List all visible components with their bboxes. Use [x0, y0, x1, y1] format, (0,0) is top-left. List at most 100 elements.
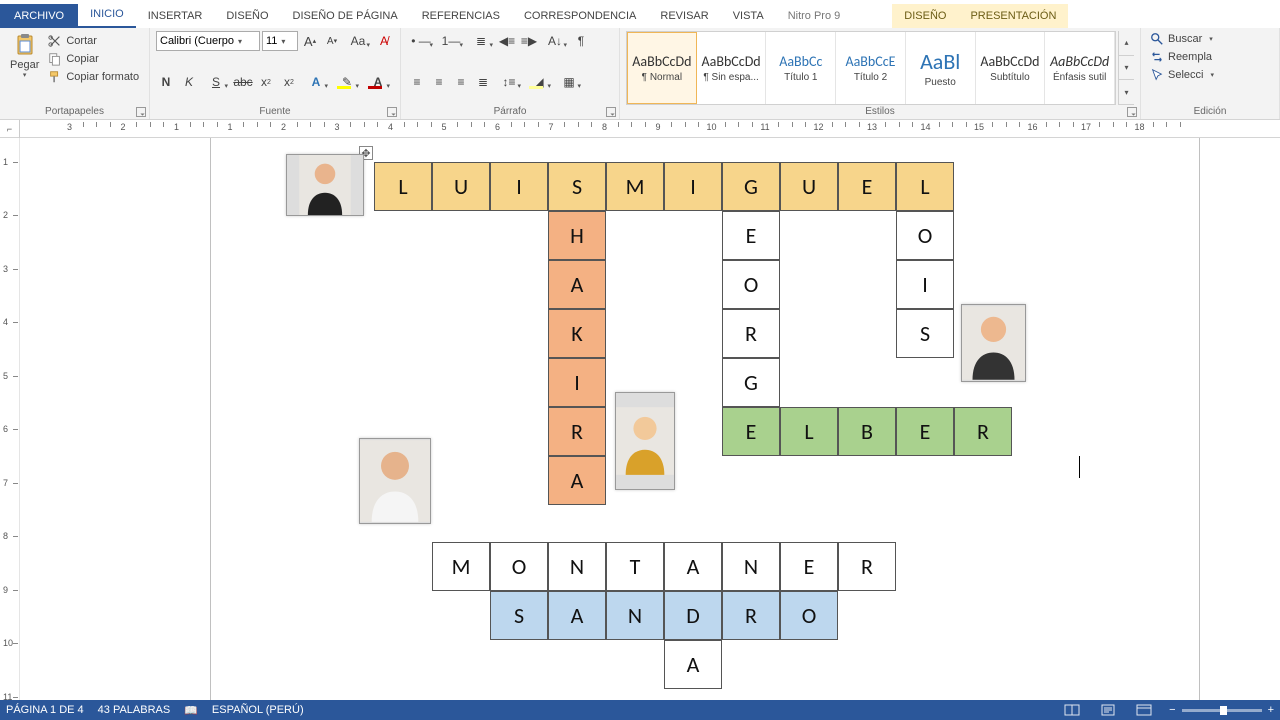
- borders-button[interactable]: ▦: [555, 72, 583, 92]
- zoom-out-button[interactable]: −: [1169, 704, 1175, 716]
- font-name-combo[interactable]: Calibri (Cuerpo▾: [156, 31, 260, 51]
- crossword-cell[interactable]: I: [664, 162, 722, 211]
- status-language[interactable]: ESPAÑOL (PERÚ): [212, 704, 304, 716]
- select-button[interactable]: Selecci▾: [1147, 67, 1217, 83]
- copy-button[interactable]: Copiar: [45, 51, 142, 67]
- ruler-corner[interactable]: ⌐: [0, 120, 20, 138]
- crossword-cell[interactable]: G: [722, 358, 780, 407]
- line-spacing-button[interactable]: ↕≡: [495, 72, 523, 92]
- status-proofing-icon[interactable]: 📖: [184, 704, 198, 717]
- crossword-cell[interactable]: R: [954, 407, 1012, 456]
- style-item-3[interactable]: AaBbCcETítulo 2: [836, 32, 906, 104]
- subscript-button[interactable]: x2: [256, 72, 276, 92]
- tab-table-layout[interactable]: PRESENTACIÓN: [958, 4, 1068, 28]
- style-item-0[interactable]: AaBbCcDd¶ Normal: [627, 32, 697, 104]
- crossword-cell[interactable]: N: [606, 591, 664, 640]
- crossword-cell[interactable]: I: [896, 260, 954, 309]
- photo-elber[interactable]: [961, 304, 1026, 382]
- tab-nitro[interactable]: Nitro Pro 9: [776, 4, 853, 28]
- crossword-cell[interactable]: N: [548, 542, 606, 591]
- change-case-button[interactable]: Aa: [344, 31, 372, 51]
- style-scroll-up[interactable]: ▴: [1119, 31, 1134, 56]
- strike-button[interactable]: abc: [233, 72, 253, 92]
- shading-button[interactable]: ◢: [525, 72, 553, 92]
- font-color-button[interactable]: A: [364, 72, 392, 92]
- photo-luis-miguel[interactable]: [286, 154, 364, 216]
- crossword-cell[interactable]: B: [838, 407, 896, 456]
- paragraph-launcher[interactable]: [606, 107, 616, 117]
- crossword-cell[interactable]: E: [780, 542, 838, 591]
- grow-font-button[interactable]: A▴: [300, 31, 320, 51]
- paste-button[interactable]: Pegar ▾: [6, 31, 43, 81]
- status-word-count[interactable]: 43 PALABRAS: [98, 704, 171, 716]
- ruler-vertical[interactable]: 1234567891011: [0, 138, 20, 700]
- cut-button[interactable]: Cortar: [45, 33, 142, 49]
- crossword-cell[interactable]: S: [548, 162, 606, 211]
- style-item-2[interactable]: AaBbCcTítulo 1: [766, 32, 836, 104]
- clear-format-button[interactable]: A̸: [374, 31, 394, 51]
- crossword-cell[interactable]: T: [606, 542, 664, 591]
- tab-page-layout[interactable]: DISEÑO DE PÁGINA: [281, 4, 410, 28]
- crossword-cell[interactable]: O: [722, 260, 780, 309]
- tab-review[interactable]: REVISAR: [648, 4, 720, 28]
- sort-button[interactable]: A↓: [541, 31, 569, 51]
- align-center-button[interactable]: ≡: [429, 72, 449, 92]
- highlight-button[interactable]: ✎: [333, 72, 361, 92]
- crossword-cell[interactable]: R: [722, 309, 780, 358]
- style-item-4[interactable]: AaBlPuesto: [906, 32, 976, 104]
- photo-shakira[interactable]: [615, 392, 675, 490]
- crossword-cell[interactable]: L: [896, 162, 954, 211]
- crossword-cell[interactable]: N: [722, 542, 780, 591]
- crossword-cell[interactable]: E: [896, 407, 954, 456]
- justify-button[interactable]: ≣: [473, 72, 493, 92]
- text-effects-button[interactable]: A: [302, 72, 330, 92]
- crossword-cell[interactable]: S: [490, 591, 548, 640]
- shrink-font-button[interactable]: A▾: [322, 31, 342, 51]
- crossword-cell[interactable]: A: [664, 542, 722, 591]
- zoom-control[interactable]: − +: [1169, 704, 1274, 716]
- style-item-1[interactable]: AaBbCcDd¶ Sin espa...: [697, 32, 767, 104]
- tab-mailings[interactable]: CORRESPONDENCIA: [512, 4, 648, 28]
- crossword-cell[interactable]: A: [548, 456, 606, 505]
- multilevel-button[interactable]: ≣: [467, 31, 495, 51]
- view-read-mode[interactable]: [1061, 702, 1083, 718]
- style-item-5[interactable]: AaBbCcDdSubtítulo: [976, 32, 1046, 104]
- view-web-layout[interactable]: [1133, 702, 1155, 718]
- crossword-cell[interactable]: A: [664, 640, 722, 689]
- crossword-cell[interactable]: O: [896, 211, 954, 260]
- crossword-cell[interactable]: L: [780, 407, 838, 456]
- ruler-horizontal[interactable]: ⌐ 321123456789101112131415161718: [0, 120, 1280, 138]
- font-size-combo[interactable]: 11▾: [262, 31, 298, 51]
- crossword-cell[interactable]: E: [838, 162, 896, 211]
- status-page[interactable]: PÁGINA 1 DE 4: [6, 704, 84, 716]
- crossword-cell[interactable]: E: [722, 407, 780, 456]
- crossword-cell[interactable]: A: [548, 260, 606, 309]
- numbering-button[interactable]: 1—: [437, 31, 465, 51]
- document-page[interactable]: ✥ LUISMIGUELHEOAOIKRSIGRELBERAMONTANERSA…: [20, 138, 1280, 700]
- crossword-cell[interactable]: R: [722, 591, 780, 640]
- style-gallery[interactable]: AaBbCcDd¶ NormalAaBbCcDd¶ Sin espa...AaB…: [626, 31, 1116, 105]
- find-button[interactable]: Buscar▾: [1147, 31, 1216, 47]
- styles-launcher[interactable]: [1127, 107, 1137, 117]
- tab-home[interactable]: INICIO: [78, 2, 136, 28]
- font-launcher[interactable]: [387, 107, 397, 117]
- crossword-cell[interactable]: M: [606, 162, 664, 211]
- zoom-slider[interactable]: [1182, 709, 1262, 712]
- crossword-cell[interactable]: S: [896, 309, 954, 358]
- tab-references[interactable]: REFERENCIAS: [410, 4, 512, 28]
- crossword-cell[interactable]: I: [490, 162, 548, 211]
- tab-design[interactable]: DISEÑO: [214, 4, 280, 28]
- format-painter-button[interactable]: Copiar formato: [45, 69, 142, 85]
- indent-button[interactable]: ≡▶: [519, 31, 539, 51]
- view-print-layout[interactable]: [1097, 702, 1119, 718]
- crossword-cell[interactable]: O: [780, 591, 838, 640]
- photo-montaner[interactable]: [359, 438, 431, 524]
- crossword-cell[interactable]: R: [838, 542, 896, 591]
- align-left-button[interactable]: ≡: [407, 72, 427, 92]
- crossword-cell[interactable]: A: [548, 591, 606, 640]
- crossword-cell[interactable]: D: [664, 591, 722, 640]
- tab-table-design[interactable]: DISEÑO: [892, 4, 958, 28]
- italic-button[interactable]: K: [179, 72, 199, 92]
- style-gallery-scroll[interactable]: ▴ ▾ ▾: [1118, 31, 1134, 105]
- underline-button[interactable]: S: [202, 72, 230, 92]
